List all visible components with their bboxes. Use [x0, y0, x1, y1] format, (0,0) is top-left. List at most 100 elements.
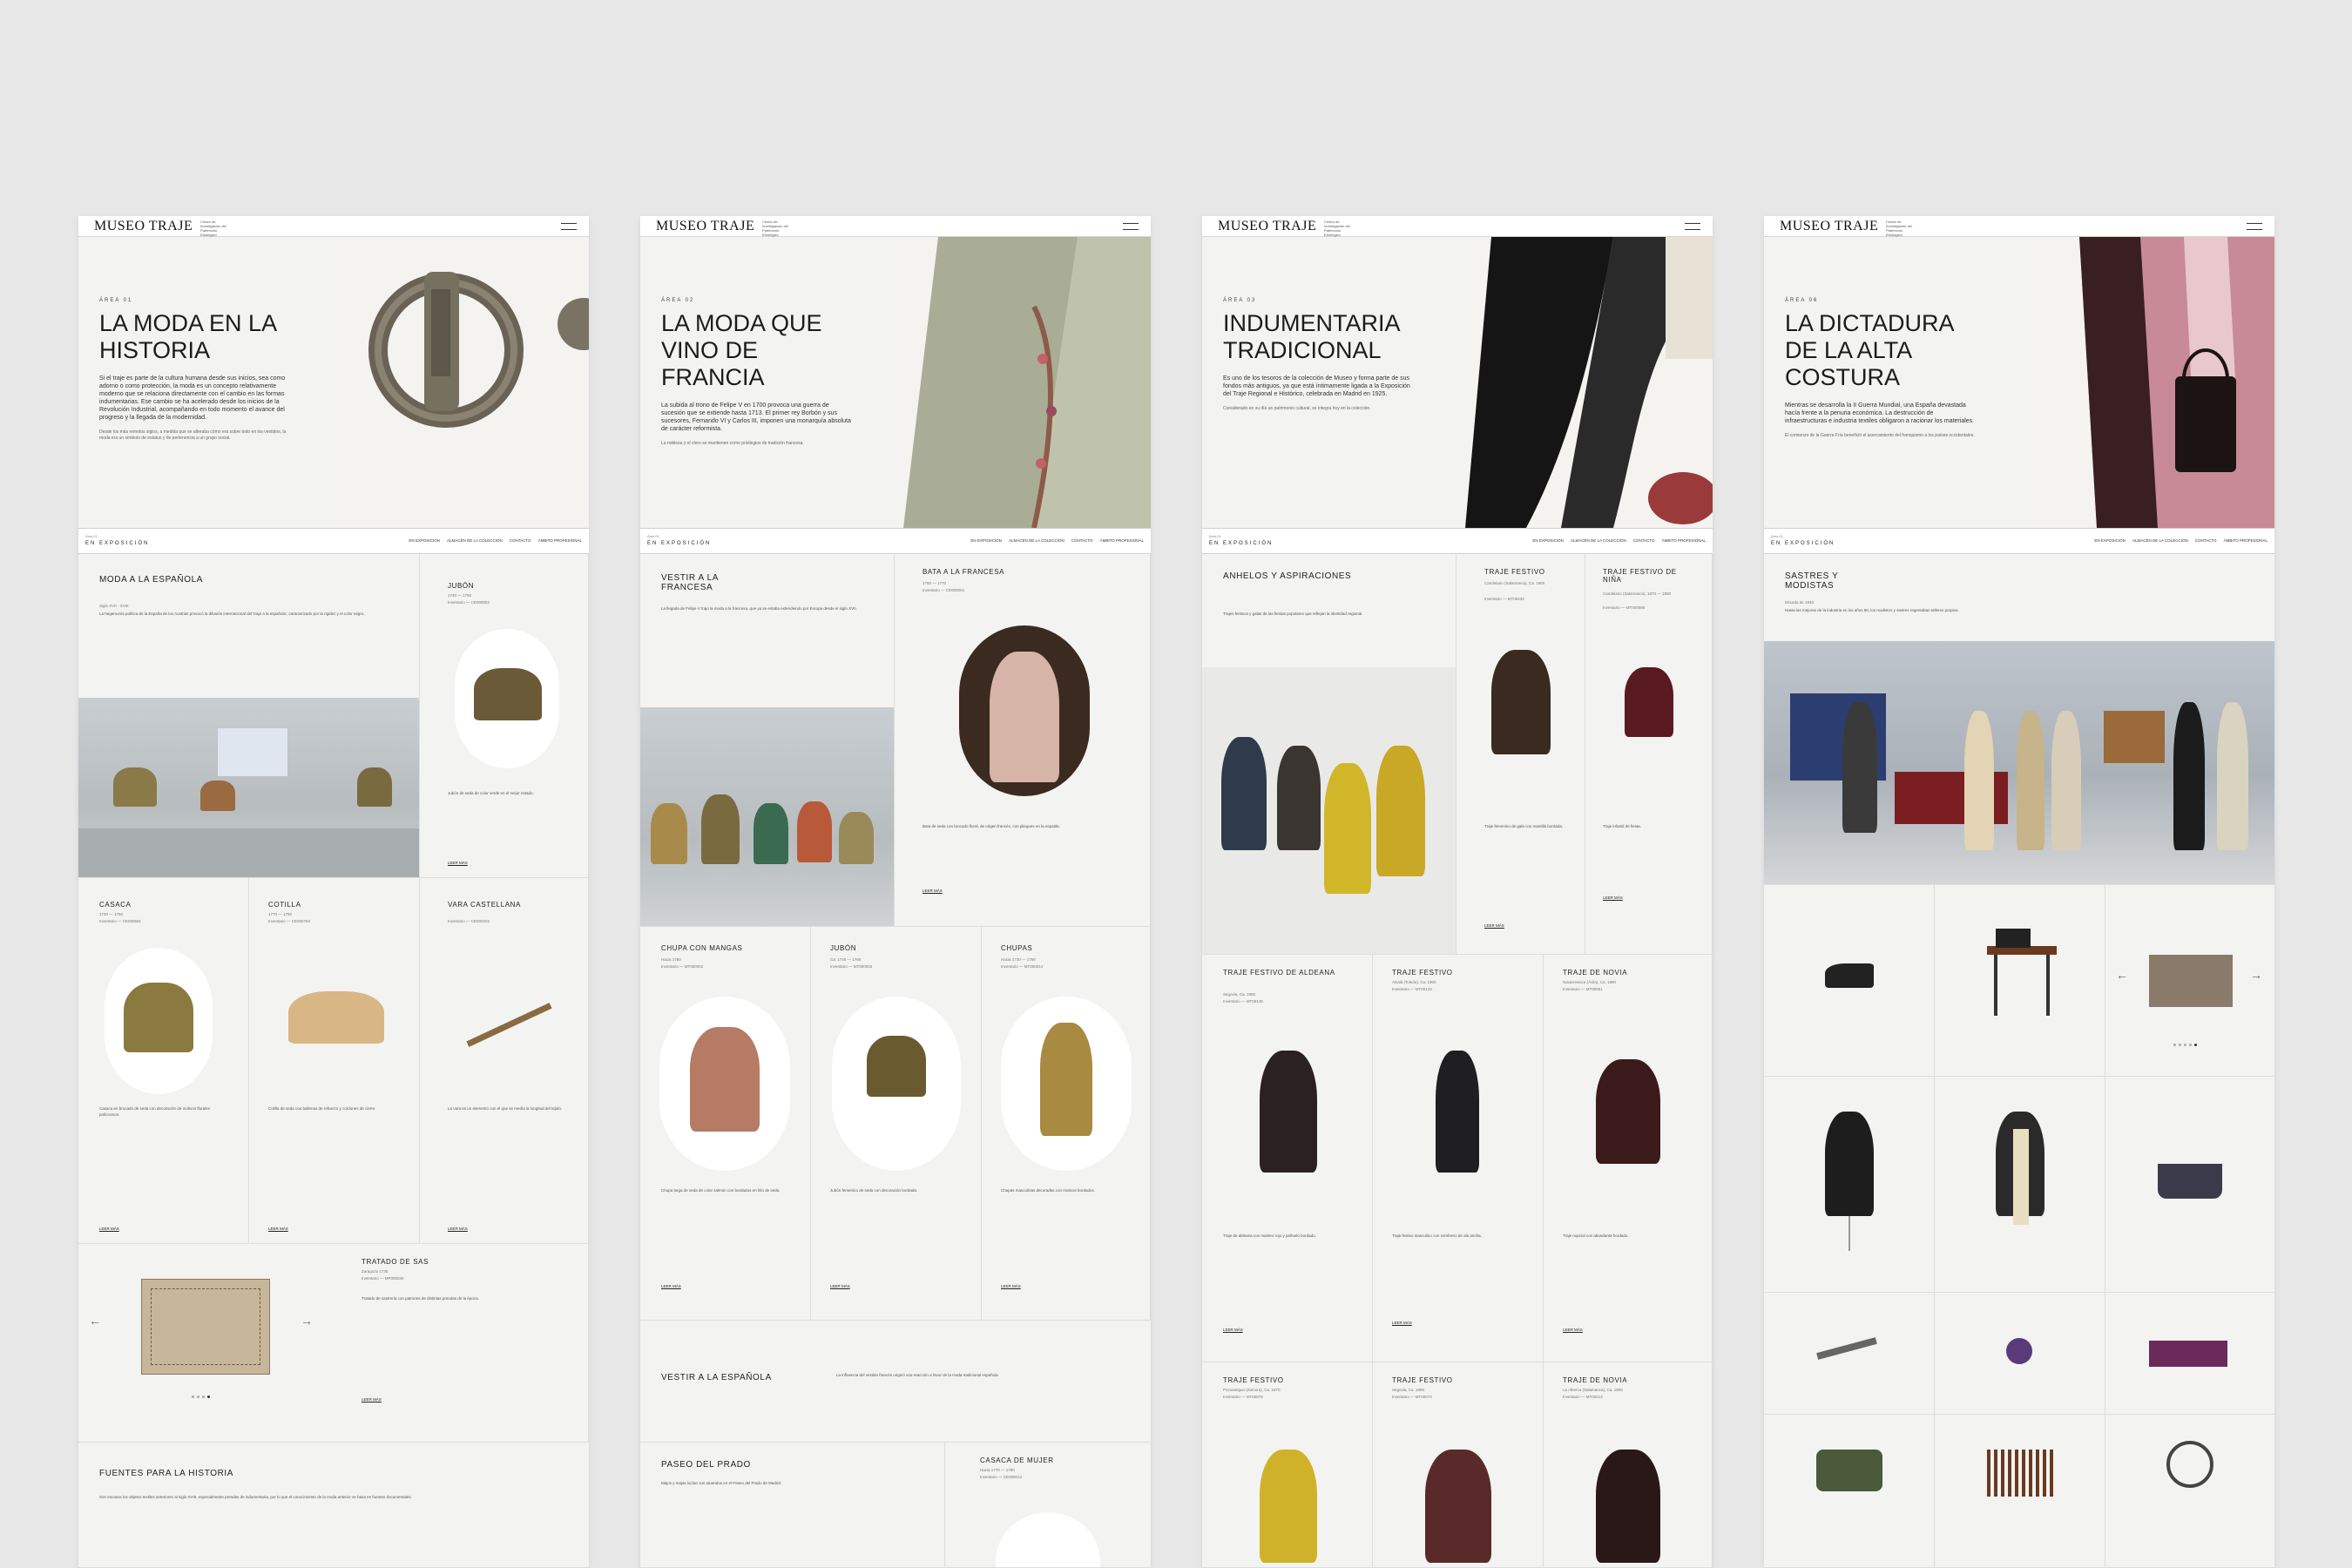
subnav-link-contacto[interactable]: CONTACTO	[510, 538, 531, 543]
subnav-link-exposicion[interactable]: EN EXPOSICIÓN	[409, 538, 440, 543]
card-traje-novia[interactable]: TRAJE DE NOVIA Navarrevisca (Ávila), Ca.…	[1544, 955, 1713, 1362]
leer-mas-link[interactable]: LEER MÁS	[1563, 1328, 1583, 1332]
arrow-right-icon[interactable]: →	[301, 1314, 313, 1328]
card-date: Candelario (Salamanca), 1870 — 1900	[1603, 591, 1672, 596]
object-pincushion[interactable]	[1935, 1293, 2105, 1415]
subnav-link-almacen[interactable]: ALMACÉN DE LA COLECCIÓN	[447, 538, 503, 543]
subnav-link-profesional[interactable]: ÁMBITO PROFESIONAL	[1662, 538, 1706, 543]
hamburger-menu-icon[interactable]	[561, 223, 577, 230]
leer-mas-link[interactable]: LEER MÁS	[99, 1227, 119, 1231]
leer-mas-link[interactable]: LEER MÁS	[923, 889, 943, 893]
leer-mas-link[interactable]: LEER MÁS	[448, 861, 468, 865]
area-kicker: ÁREA 03	[1223, 298, 1257, 303]
hamburger-menu-icon[interactable]	[1685, 223, 1700, 230]
arrow-right-icon[interactable]: →	[2250, 968, 2262, 982]
card-title: CHUPAS	[1001, 944, 1033, 952]
card-text: Bata de seda con brocado floral, de orig…	[923, 824, 1060, 828]
object-jacket-form[interactable]	[1764, 1077, 1935, 1293]
page-title: LA MODA QUE VINO DE FRANCIA	[661, 310, 822, 390]
card-date: Pozoantiguo (Zamora), Ca. 1870	[1223, 1388, 1281, 1392]
arrow-left-icon[interactable]: ←	[2116, 968, 2128, 982]
carousel-dots[interactable]	[2173, 1044, 2197, 1046]
hamburger-menu-icon[interactable]	[2247, 223, 2262, 230]
object-iron[interactable]	[1764, 885, 1935, 1077]
subnav-link-contacto[interactable]: CONTACTO	[2195, 538, 2217, 543]
card-inventory: Inventario — CE000004	[923, 588, 965, 592]
arrow-left-icon[interactable]: ←	[89, 1314, 101, 1328]
hamburger-menu-icon[interactable]	[1123, 223, 1139, 230]
object-sewing-machine[interactable]	[1935, 885, 2105, 1077]
gallery-photo-vitrine	[78, 698, 419, 877]
object-tartan-skirt[interactable]	[2105, 1077, 2274, 1293]
card-cotilla[interactable]: COTILLA 1770 — 1780 Inventario — CE00079…	[249, 878, 420, 1244]
traje-image	[1491, 650, 1551, 754]
card-chupa-mangas[interactable]: CHUPA CON MANGAS Hacia 1780 Inventario —…	[640, 927, 811, 1321]
museo-traje-logo[interactable]: MUSEO TRAJE	[94, 219, 193, 234]
card-title: TRAJE DE NOVIA	[1563, 1376, 1628, 1384]
subnav-link-almacen[interactable]: ALMACÉN DE LA COLECCIÓN	[1009, 538, 1064, 543]
logo-subtitle: Centro de Investigación del Patrimonio E…	[762, 220, 788, 237]
object-radio[interactable]	[1764, 1415, 1935, 1568]
card-traje-festivo[interactable]: TRAJE FESTIVO Candelario (Salamanca), Ca…	[1456, 554, 1585, 955]
subnav-link-exposicion[interactable]: EN EXPOSICIÓN	[1532, 538, 1564, 543]
leer-mas-link[interactable]: LEER MÁS	[1484, 923, 1504, 928]
leer-mas-link[interactable]: LEER MÁS	[661, 1284, 681, 1288]
card-date: Hacia 1730 — 1750	[1001, 957, 1036, 962]
leer-mas-link[interactable]: LEER MÁS	[1392, 1321, 1412, 1325]
card-casaca[interactable]: CASACA 1740 — 1760 Inventario — CE000561…	[78, 878, 249, 1244]
card-casaca-mujer[interactable]: CASACA DE MUJER Hacia 1770 — 1780 Invent…	[945, 1443, 1151, 1568]
card-traje-aldeana[interactable]: TRAJE FESTIVO DE ALDEANA Segovia, Ca. 19…	[1202, 955, 1373, 1362]
leer-mas-link[interactable]: LEER MÁS	[448, 1227, 468, 1231]
object-fabric-carousel[interactable]: ← →	[2105, 885, 2274, 1077]
carousel-dots[interactable]	[192, 1396, 210, 1398]
card-bata-francesa[interactable]: BATA A LA FRANCESA 1760 — 1770 Inventari…	[895, 554, 1151, 927]
object-rack[interactable]	[1935, 1415, 2105, 1568]
card-inventory: Inventario — MT00212	[1563, 1395, 1603, 1399]
card-vara-castellana[interactable]: VARA CASTELLANA Inventario — CE000203 La…	[420, 878, 589, 1244]
casaca-image	[105, 948, 213, 1094]
card-date: 1760 — 1770	[923, 581, 947, 585]
section-fuentes: FUENTES PARA LA HISTORIA Son escasos los…	[78, 1443, 589, 1568]
subnav-link-almacen[interactable]: ALMACÉN DE LA COLECCIÓN	[1571, 538, 1626, 543]
leer-mas-link[interactable]: LEER MÁS	[1603, 896, 1623, 900]
section-title: SASTRES Y MODISTAS	[1785, 571, 1839, 591]
subnav-link-exposicion[interactable]: EN EXPOSICIÓN	[970, 538, 1002, 543]
subnav-link-profesional[interactable]: ÁMBITO PROFESIONAL	[2224, 538, 2268, 543]
leer-mas-link[interactable]: LEER MÁS	[268, 1227, 288, 1231]
card-jubon[interactable]: JUBÓN Ca. 1740 — 1760 Inventario — MT000…	[811, 927, 982, 1321]
logo-subtitle: Centro de Investigación del Patrimonio E…	[1324, 220, 1350, 237]
leer-mas-link[interactable]: LEER MÁS	[362, 1397, 382, 1402]
section-date: Década de 1940	[1785, 600, 1815, 605]
card-chupas[interactable]: CHUPAS Hacia 1730 — 1750 Inventario — MT…	[982, 927, 1151, 1321]
card-text: Chupas masculinas decoradas con motivos …	[1001, 1188, 1096, 1193]
subnav-link-contacto[interactable]: CONTACTO	[1633, 538, 1655, 543]
object-scissors[interactable]	[1764, 1293, 1935, 1415]
card-traje-nina[interactable]: TRAJE FESTIVO DE NIÑA Candelario (Salama…	[1585, 554, 1713, 955]
card-traje-festivo-3[interactable]: TRAJE FESTIVO Pozoantiguo (Zamora), Ca. …	[1202, 1362, 1373, 1568]
leer-mas-link[interactable]: LEER MÁS	[1223, 1328, 1243, 1332]
card-traje-festivo-2[interactable]: TRAJE FESTIVO Alcalá (Toledo), Ca. 1900 …	[1373, 955, 1544, 1362]
card-inventory: Inventario — MT00234	[1484, 597, 1524, 601]
leer-mas-link[interactable]: LEER MÁS	[830, 1284, 850, 1288]
subnav-link-contacto[interactable]: CONTACTO	[1071, 538, 1093, 543]
subnav-link-profesional[interactable]: ÁMBITO PROFESIONAL	[538, 538, 582, 543]
subnav-link-profesional[interactable]: ÁMBITO PROFESIONAL	[1100, 538, 1144, 543]
card-traje-novia-2[interactable]: TRAJE DE NOVIA La Alberca (Salamanca), C…	[1544, 1362, 1713, 1568]
object-cape-form[interactable]	[1935, 1077, 2105, 1293]
museo-traje-logo[interactable]: MUSEO TRAJE	[1780, 219, 1878, 234]
body-paragraph: La nobleza y el clero se mantienen como …	[661, 441, 804, 446]
museo-traje-logo[interactable]: MUSEO TRAJE	[1218, 219, 1316, 234]
object-fan[interactable]	[2105, 1415, 2274, 1568]
card-text: Traje de aldeana con manteo rojo y pañue…	[1223, 1233, 1316, 1238]
card-jubon[interactable]: JUBÓN 1740 — 1760 Inventario — CE000052 …	[420, 554, 589, 878]
object-purple-desk[interactable]	[2105, 1293, 2274, 1415]
section-title: VESTIR A LA ESPAÑOLA	[661, 1373, 772, 1382]
card-traje-festivo-4[interactable]: TRAJE FESTIVO Segovia, Ca. 1900 Inventar…	[1373, 1362, 1544, 1568]
subnav-link-almacen[interactable]: ALMACÉN DE LA COLECCIÓN	[2132, 538, 2188, 543]
card-date: Hacia 1780	[661, 957, 681, 962]
hero-image-embroidered-coat	[903, 237, 1151, 528]
card-title: TRAJE FESTIVO	[1484, 568, 1545, 576]
subnav-link-exposicion[interactable]: EN EXPOSICIÓN	[2094, 538, 2126, 543]
leer-mas-link[interactable]: LEER MÁS	[1001, 1284, 1021, 1288]
museo-traje-logo[interactable]: MUSEO TRAJE	[656, 219, 754, 234]
